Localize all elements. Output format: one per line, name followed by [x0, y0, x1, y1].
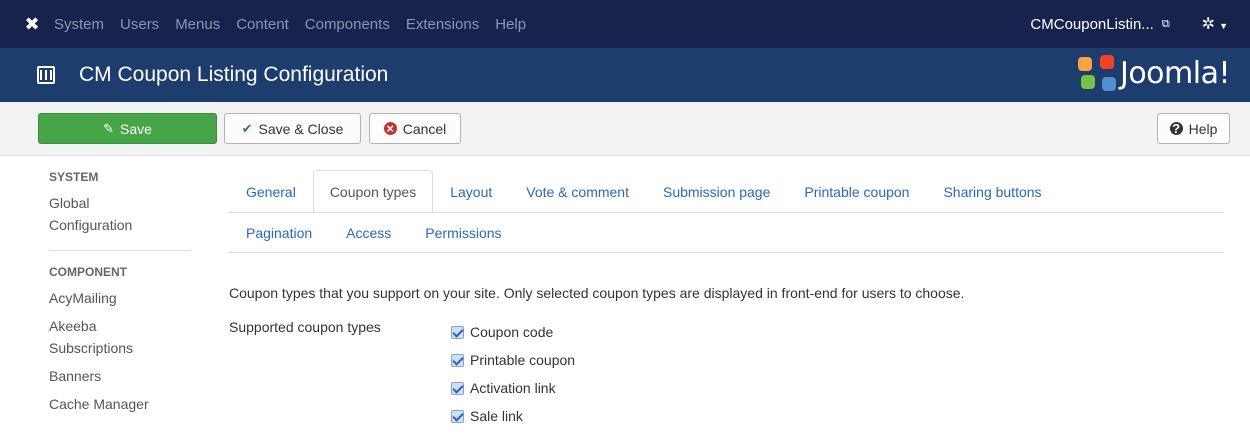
cancel-button[interactable]: × Cancel — [369, 113, 461, 144]
save-button[interactable]: ✎ Save — [38, 113, 217, 144]
main-menu: System Users Menus Content Components Ex… — [54, 16, 542, 33]
page-title: CM Coupon Listing Configuration — [79, 63, 389, 86]
menu-extensions[interactable]: Extensions — [406, 16, 479, 33]
tab-coupon-types[interactable]: Coupon types — [312, 170, 434, 213]
settings-dropdown[interactable]: ✲ ▼ — [1202, 14, 1228, 34]
edit-icon: ✎ — [103, 120, 114, 136]
tab-permissions[interactable]: Permissions — [408, 212, 518, 252]
check-icon: ✔ — [241, 120, 253, 136]
joomla-logo-icon — [1077, 55, 1118, 91]
menu-content[interactable]: Content — [236, 16, 289, 33]
question-icon: ? — [1169, 122, 1183, 135]
site-link-label: CMCouponListin... — [1030, 15, 1154, 33]
checkbox-printable-coupon[interactable] — [451, 353, 464, 367]
tab-submission-page[interactable]: Submission page — [646, 170, 787, 213]
cancel-label: Cancel — [402, 120, 447, 137]
supported-coupon-types-label: Supported coupon types — [229, 319, 381, 335]
tab-printable-coupon[interactable]: Printable coupon — [787, 170, 926, 213]
tab-access[interactable]: Access — [329, 212, 408, 252]
option-coupon-code[interactable]: Coupon code — [451, 318, 575, 346]
sidebar-item-global-configuration[interactable]: Global Configuration — [49, 192, 159, 236]
tabs-row-1: General Coupon types Layout Vote & comme… — [229, 170, 1059, 213]
coupon-types-checkboxes: Coupon code Printable coupon Activation … — [451, 318, 575, 430]
help-label: Help — [1188, 120, 1218, 137]
tab-pagination[interactable]: Pagination — [229, 212, 329, 252]
tab-sharing-buttons[interactable]: Sharing buttons — [926, 170, 1058, 213]
navbar-right: CMCouponListin... ⧉ ✲ ▼ — [1030, 0, 1250, 48]
option-label: Activation link — [470, 380, 556, 396]
joomla-logo-text: Joomla! — [1119, 55, 1231, 91]
help-button[interactable]: ? Help — [1157, 113, 1230, 144]
checkbox-coupon-code[interactable] — [451, 325, 464, 339]
sidebar: SYSTEM Global Configuration COMPONENT Ac… — [49, 170, 191, 415]
sidebar-item-cache-manager[interactable]: Cache Manager — [49, 393, 191, 415]
menu-menus[interactable]: Menus — [175, 16, 220, 33]
checkbox-activation-link[interactable] — [451, 381, 464, 395]
joomla-menu-icon[interactable]: ✖ — [12, 14, 52, 35]
checkbox-sale-link[interactable] — [451, 409, 464, 423]
option-sale-link[interactable]: Sale link — [451, 402, 575, 430]
option-printable-coupon[interactable]: Printable coupon — [451, 346, 575, 374]
menu-help[interactable]: Help — [495, 16, 526, 33]
sidebar-item-akeeba-subscriptions[interactable]: Akeeba Subscriptions — [49, 315, 159, 359]
sidebar-heading-system: SYSTEM — [49, 170, 99, 184]
gear-icon: ✲ — [1201, 16, 1216, 33]
tab-vote-comment[interactable]: Vote & comment — [509, 170, 646, 213]
option-label: Coupon code — [470, 324, 554, 340]
option-activation-link[interactable]: Activation link — [451, 374, 575, 402]
external-link-icon: ⧉ — [1161, 17, 1170, 30]
option-label: Printable coupon — [470, 352, 576, 368]
page-header: CM Coupon Listing Configuration Joomla! — [0, 48, 1250, 102]
sidebar-item-acymailing[interactable]: AcyMailing — [49, 287, 191, 309]
coupon-types-description: Coupon types that you support on your si… — [229, 285, 965, 301]
tabs-row-2: Pagination Access Permissions — [229, 212, 519, 252]
cancel-icon: × — [383, 122, 397, 135]
menu-components[interactable]: Components — [305, 16, 390, 33]
joomla-logo: Joomla! — [1077, 55, 1231, 91]
toolbar: ✎ Save ✔ Save & Close × Cancel ? Help — [0, 102, 1250, 156]
sidebar-divider — [49, 250, 191, 251]
site-link[interactable]: CMCouponListin... ⧉ — [1030, 16, 1169, 33]
menu-system[interactable]: System — [54, 16, 104, 33]
equalizer-icon — [37, 66, 55, 84]
save-close-label: Save & Close — [258, 120, 344, 137]
tab-general[interactable]: General — [229, 170, 313, 213]
save-label: Save — [119, 120, 152, 137]
tab-layout[interactable]: Layout — [433, 170, 509, 213]
option-label: Sale link — [470, 408, 523, 424]
save-close-button[interactable]: ✔ Save & Close — [224, 113, 361, 144]
sidebar-item-banners[interactable]: Banners — [49, 365, 191, 387]
caret-down-icon: ▼ — [1219, 21, 1228, 31]
tabs-bottom-border — [229, 252, 1224, 253]
sidebar-heading-component: COMPONENT — [49, 265, 127, 279]
menu-users[interactable]: Users — [120, 16, 159, 33]
top-navbar: ✖ System Users Menus Content Components … — [0, 0, 1250, 48]
